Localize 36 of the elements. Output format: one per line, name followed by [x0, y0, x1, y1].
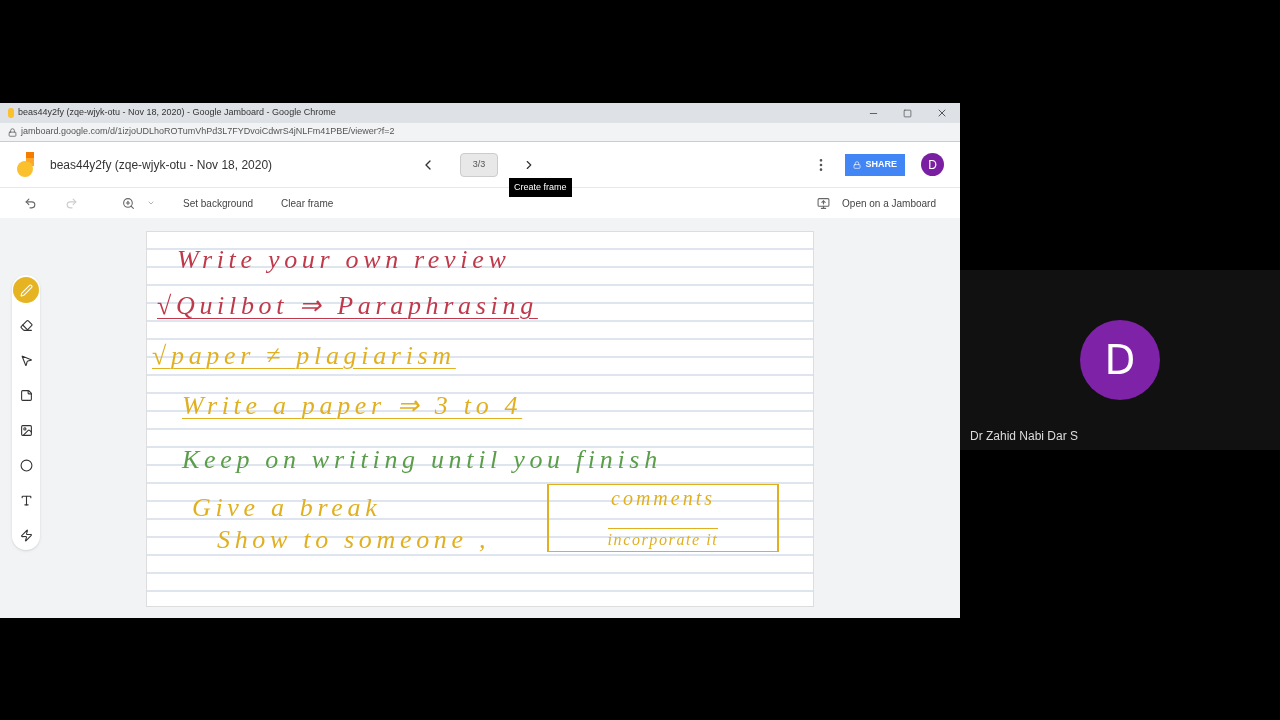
open-on-jamboard-button[interactable]: Open on a Jamboard: [842, 195, 936, 211]
pen-icon: [19, 283, 33, 297]
handwritten-text: Give a break: [192, 492, 382, 524]
handwritten-text: Keep on writing until you finish: [182, 444, 662, 476]
select-icon: [19, 353, 33, 367]
window-title: beas44y2fy (zqe-wjyk-otu - Nov 18, 2020) - Google Jamboard - Google Chrome: [18, 106, 337, 120]
close-icon[interactable]: [936, 107, 948, 119]
note-icon: [19, 388, 33, 402]
eraser-icon: [19, 318, 33, 332]
handwritten-text: √Quilbot ⇒ Paraphrasing: [157, 290, 538, 322]
circle-icon: [19, 458, 33, 472]
handwritten-text: Write a paper ⇒ 3 to 4: [182, 390, 523, 422]
handwritten-text: √paper ≠ plagiarism: [152, 340, 456, 372]
set-background-button[interactable]: Set background: [179, 195, 258, 211]
undo-icon[interactable]: [24, 196, 37, 210]
handwritten-text: Write your own review: [177, 244, 511, 276]
board-title: beas44y2fy (zqe-wjyk-otu - Nov 18, 2020): [50, 156, 274, 174]
clear-frame-button[interactable]: Clear frame: [277, 195, 338, 211]
participant-avatar: D: [1080, 320, 1160, 400]
account-avatar[interactable]: D: [921, 153, 944, 176]
lock-icon: [853, 160, 862, 169]
share-button[interactable]: SHARE: [845, 153, 905, 176]
image-icon: [19, 423, 33, 437]
tooltip: Create frame: [509, 177, 572, 197]
frame-counter-button[interactable]: 3/3: [460, 152, 498, 177]
participant-name: Dr Zahid Nabi Dar S: [970, 430, 1079, 442]
textbox-icon: [19, 493, 33, 507]
zoom-icon[interactable]: [122, 196, 135, 210]
lock-icon: [8, 127, 17, 137]
tab-favicon-icon: [8, 108, 14, 118]
handwritten-text: incorporate it: [607, 528, 719, 551]
cast-icon: [817, 196, 831, 210]
handwritten-text: comments: [611, 486, 715, 511]
url-text: jamboard.google.com/d/1izjoUDLhoROTumVhPd3L7FYDvoiCdwrS4jNLFm41PBE/viewer?f=2: [21, 125, 395, 139]
address-bar[interactable]: jamboard.google.com/d/1izjoUDLhoROTumVhPd3L7FYDvoiCdwrS4jNLFm41PBE/viewer?f=2: [0, 123, 960, 142]
handwritten-text: Show to someone ,: [217, 524, 491, 556]
